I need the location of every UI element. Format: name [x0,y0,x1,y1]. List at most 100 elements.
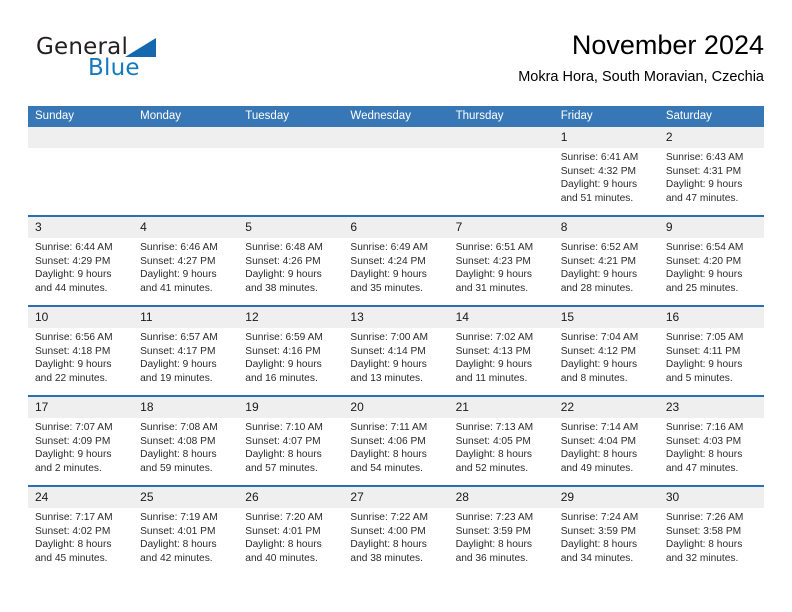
brand-name-blue: Blue [88,55,140,81]
calendar-day-cell[interactable]: 20 Sunrise: 7:11 AM Sunset: 4:06 PM Dayligh… [343,395,449,486]
page-title: November 2024 [571,30,764,60]
brand-logo[interactable]: General Blue [28,30,248,86]
calendar-day-cell[interactable]: 15 Sunrise: 7:04 AM Sunset: 4:12 PM Dayligh… [553,305,659,396]
calendar-day-cell[interactable]: 17 Sunrise: 7:07 AM Sunset: 4:09 PM Dayligh… [28,395,134,486]
weekday-header-monday: Monday [133,106,239,127]
sunrise-text: Sunrise: 7:20 AM [245,512,323,523]
sunset-text: Sunset: 4:08 PM [140,435,216,447]
sunset-text: Sunset: 3:59 PM [560,525,637,537]
calendar-day-cell[interactable]: 19 Sunrise: 7:10 AM Sunset: 4:07 PM Dayligh… [238,395,344,486]
daylight-text: Daylight: 9 hours [560,179,638,191]
calendar-day-cell[interactable]: 9 Sunrise: 6:54 AM Sunset: 4:20 PM Daylight… [658,215,764,306]
calendar-week-row: 1 Sunrise: 6:41 AM Sunset: 4:32 PM Daylight… [28,127,764,216]
day-details: Sunrise: 7:13 AM Sunset: 4:05 PM Daylight:… [449,418,554,475]
daylight-text-cont: and 47 minutes. [665,462,739,474]
sunset-text: Sunset: 3:59 PM [455,525,531,537]
sunset-text: Sunset: 4:12 PM [560,345,637,357]
calendar-day-cell[interactable]: 24 Sunrise: 7:17 AM Sunset: 4:02 PM Dayligh… [28,485,134,575]
calendar-day-cell[interactable]: 29 Sunrise: 7:24 AM Sunset: 3:59 PM Dayligh… [553,485,659,575]
daylight-text: Daylight: 8 hours [35,539,112,551]
weekday-header-row: Sunday Monday Tuesday Wednesday Thursday… [28,106,764,127]
daylight-text-cont: and 22 minutes. [35,372,108,384]
day-details: Sunrise: 7:11 AM Sunset: 4:06 PM Daylight:… [343,418,448,475]
calendar-day-cell[interactable]: 21 Sunrise: 7:13 AM Sunset: 4:05 PM Dayligh… [448,395,554,486]
day-details: Sunrise: 7:04 AM Sunset: 4:12 PM Daylight:… [554,328,659,385]
calendar-day-cell[interactable]: 26 Sunrise: 7:20 AM Sunset: 4:01 PM Dayligh… [238,485,344,575]
day-number: 11 [133,308,239,328]
day-number: 3 [28,218,134,238]
sunrise-text: Sunrise: 7:14 AM [560,422,639,433]
calendar-day-cell[interactable]: 10 Sunrise: 6:56 AM Sunset: 4:18 PM Dayligh… [28,305,134,396]
daylight-text: Daylight: 8 hours [665,449,743,461]
day-number [28,127,134,148]
day-number [133,127,239,148]
day-number: 19 [238,398,344,418]
sunrise-text: Sunrise: 7:11 AM [350,422,428,433]
sunset-text: Sunset: 4:04 PM [560,435,637,447]
calendar-day-cell[interactable]: 11 Sunrise: 6:57 AM Sunset: 4:17 PM Dayligh… [133,305,239,396]
calendar-day-cell[interactable]: 18 Sunrise: 7:08 AM Sunset: 4:08 PM Dayligh… [133,395,239,486]
day-number: 29 [553,488,659,508]
sunrise-text: Sunrise: 7:04 AM [560,332,639,343]
calendar-day-cell[interactable]: 2 Sunrise: 6:43 AM Sunset: 4:31 PM Daylight… [658,127,764,216]
day-number [238,127,344,148]
day-number: 26 [238,488,344,508]
page-subtitle: Mokra Hora, South Moravian, Czechia [518,69,764,85]
day-number: 7 [448,218,554,238]
day-details: Sunrise: 6:56 AM Sunset: 4:18 PM Daylight:… [28,328,133,385]
sunrise-text: Sunrise: 7:23 AM [455,512,534,523]
sunset-text: Sunset: 4:29 PM [35,255,111,267]
weekday-header-sunday: Sunday [28,106,134,127]
day-number: 17 [28,398,134,418]
calendar-day-cell[interactable]: 30 Sunrise: 7:26 AM Sunset: 3:58 PM Dayligh… [658,485,764,575]
daylight-text-cont: and 16 minutes. [245,372,318,384]
calendar-day-cell[interactable]: 1 Sunrise: 6:41 AM Sunset: 4:32 PM Daylight… [553,127,659,216]
daylight-text: Daylight: 9 hours [140,359,217,371]
daylight-text-cont: and 36 minutes. [455,552,529,564]
daylight-text-cont: and 38 minutes. [245,282,318,294]
sunset-text: Sunset: 4:17 PM [140,345,216,357]
sunrise-text: Sunrise: 7:13 AM [455,422,534,433]
calendar-day-cell[interactable]: 23 Sunrise: 7:16 AM Sunset: 4:03 PM Dayligh… [658,395,764,486]
day-details: Sunrise: 7:10 AM Sunset: 4:07 PM Daylight:… [238,418,343,475]
calendar-day-cell[interactable]: 3 Sunrise: 6:44 AM Sunset: 4:29 PM Daylight… [28,215,134,306]
daylight-text-cont: and 47 minutes. [665,192,739,204]
daylight-text-cont: and 32 minutes. [665,552,739,564]
sunrise-text: Sunrise: 6:56 AM [35,332,113,343]
daylight-text-cont: and 34 minutes. [560,552,634,564]
sunset-text: Sunset: 4:11 PM [665,345,741,357]
title-block: November 2024 Mokra Hora, South Moravian… [518,28,764,88]
calendar-day-cell[interactable]: 25 Sunrise: 7:19 AM Sunset: 4:01 PM Dayligh… [133,485,239,575]
sunset-text: Sunset: 4:02 PM [35,525,111,537]
sunrise-text: Sunrise: 7:19 AM [140,512,218,523]
daylight-text: Daylight: 8 hours [350,449,427,461]
calendar-day-cell[interactable]: 16 Sunrise: 7:05 AM Sunset: 4:11 PM Dayligh… [658,305,764,396]
day-number: 8 [553,218,659,238]
calendar-day-cell[interactable]: 4 Sunrise: 6:46 AM Sunset: 4:27 PM Daylight… [133,215,239,306]
calendar-day-cell[interactable]: 14 Sunrise: 7:02 AM Sunset: 4:13 PM Dayligh… [448,305,554,396]
sunrise-text: Sunrise: 7:02 AM [455,332,534,343]
daylight-text: Daylight: 9 hours [350,269,427,281]
calendar-day-cell[interactable]: 27 Sunrise: 7:22 AM Sunset: 4:00 PM Dayligh… [343,485,449,575]
day-number: 6 [343,218,449,238]
calendar-day-cell[interactable]: 28 Sunrise: 7:23 AM Sunset: 3:59 PM Dayligh… [448,485,554,575]
daylight-text-cont: and 54 minutes. [350,462,423,474]
day-number: 30 [658,488,764,508]
calendar-day-cell[interactable]: 12 Sunrise: 6:59 AM Sunset: 4:16 PM Dayligh… [238,305,344,396]
daylight-text: Daylight: 9 hours [350,359,427,371]
day-number: 24 [28,488,134,508]
daylight-text: Daylight: 9 hours [665,269,743,281]
calendar-day-cell[interactable]: 5 Sunrise: 6:48 AM Sunset: 4:26 PM Daylight… [238,215,344,306]
calendar-day-cell[interactable]: 6 Sunrise: 6:49 AM Sunset: 4:24 PM Daylight… [343,215,449,306]
sunrise-text: Sunrise: 7:08 AM [140,422,218,433]
day-details: Sunrise: 6:54 AM Sunset: 4:20 PM Daylight:… [659,238,764,295]
calendar-day-cell[interactable]: 8 Sunrise: 6:52 AM Sunset: 4:21 PM Daylight… [553,215,659,306]
daylight-text-cont: and 28 minutes. [560,282,634,294]
daylight-text-cont: and 42 minutes. [140,552,213,564]
calendar-day-cell[interactable]: 13 Sunrise: 7:00 AM Sunset: 4:14 PM Dayligh… [343,305,449,396]
daylight-text-cont: and 11 minutes. [455,372,528,384]
daylight-text: Daylight: 8 hours [140,539,217,551]
calendar-day-cell[interactable]: 7 Sunrise: 6:51 AM Sunset: 4:23 PM Daylight… [448,215,554,306]
day-details: Sunrise: 6:46 AM Sunset: 4:27 PM Daylight:… [133,238,238,295]
calendar-day-cell[interactable]: 22 Sunrise: 7:14 AM Sunset: 4:04 PM Dayligh… [553,395,659,486]
